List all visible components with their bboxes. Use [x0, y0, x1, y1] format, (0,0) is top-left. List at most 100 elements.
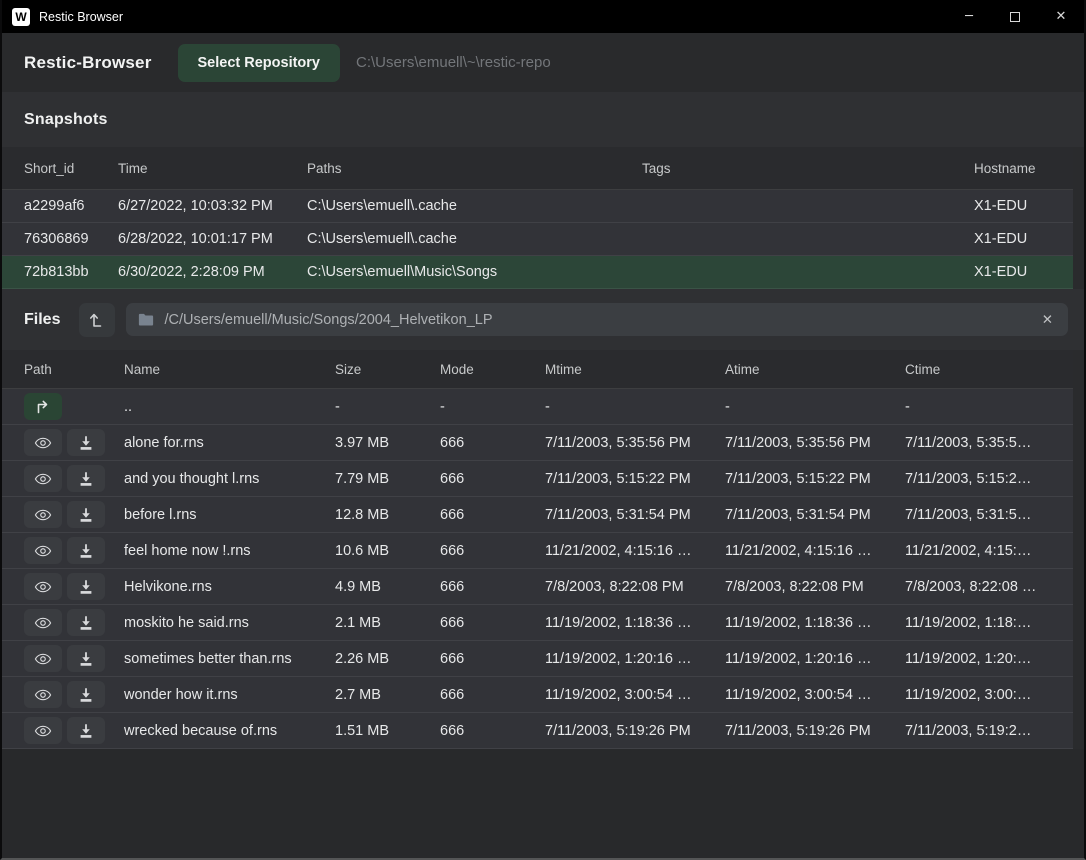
- eye-icon: [33, 650, 53, 668]
- snapshots-table: a2299af6 6/27/2022, 10:03:32 PM C:\Users…: [2, 190, 1073, 289]
- file-row: moskito he said.rns 2.1 MB 666 11/19/200…: [2, 605, 1073, 641]
- files-table-rows: alone for.rns 3.97 MB 666 7/11/2003, 5:3…: [2, 425, 1073, 749]
- view-file-button[interactable]: [24, 645, 62, 672]
- download-icon: [76, 614, 96, 632]
- file-mode: 666: [440, 435, 545, 451]
- file-row: before l.rns 12.8 MB 666 7/11/2003, 5:31…: [2, 497, 1073, 533]
- file-path-value[interactable]: [164, 312, 1027, 328]
- file-ctime: 11/19/2002, 1:18:36 …: [905, 615, 1051, 631]
- file-atime: 7/11/2003, 5:19:26 PM: [725, 723, 905, 739]
- snapshot-short-id: 72b813bb: [24, 264, 118, 280]
- file-size: 3.97 MB: [335, 435, 440, 451]
- download-file-button[interactable]: [67, 501, 105, 528]
- folder-icon: [137, 312, 155, 328]
- view-file-button[interactable]: [24, 609, 62, 636]
- file-name: wrecked because of.rns: [124, 723, 335, 739]
- file-mode: 666: [440, 723, 545, 739]
- download-file-button[interactable]: [67, 537, 105, 564]
- view-file-button[interactable]: [24, 465, 62, 492]
- empty-area: [2, 749, 1084, 858]
- file-mtime: 7/8/2003, 8:22:08 PM: [545, 579, 725, 595]
- snapshot-row[interactable]: 76306869 6/28/2022, 10:01:17 PM C:\Users…: [2, 223, 1073, 256]
- col-hostname: Hostname: [974, 161, 1051, 176]
- clear-icon: ✕: [1042, 312, 1053, 328]
- col-short-id: Short_id: [24, 161, 118, 176]
- view-file-button[interactable]: [24, 573, 62, 600]
- file-name: Helvikone.rns: [124, 579, 335, 595]
- file-atime: 11/19/2002, 3:00:54 …: [725, 687, 905, 703]
- download-icon: [76, 722, 96, 740]
- file-row: sometimes better than.rns 2.26 MB 666 11…: [2, 641, 1073, 677]
- app-logo-icon: W: [12, 8, 30, 26]
- file-size: 2.26 MB: [335, 651, 440, 667]
- snapshot-paths: C:\Users\emuell\Music\Songs: [307, 264, 642, 280]
- view-file-button[interactable]: [24, 501, 62, 528]
- titlebar: W Restic Browser ─ ✕: [2, 0, 1084, 33]
- file-name: sometimes better than.rns: [124, 651, 335, 667]
- snapshot-hostname: X1-EDU: [974, 264, 1051, 280]
- eye-icon: [33, 578, 53, 596]
- file-mtime: 7/11/2003, 5:35:56 PM: [545, 435, 725, 451]
- snapshot-short-id: a2299af6: [24, 198, 118, 214]
- view-file-button[interactable]: [24, 681, 62, 708]
- col-atime: Atime: [725, 362, 905, 377]
- file-mode: 666: [440, 651, 545, 667]
- col-mtime: Mtime: [545, 362, 725, 377]
- eye-icon: [33, 542, 53, 560]
- download-file-button[interactable]: [67, 609, 105, 636]
- download-file-button[interactable]: [67, 429, 105, 456]
- maximize-icon: [1010, 12, 1020, 22]
- file-name: moskito he said.rns: [124, 615, 335, 631]
- file-mode: 666: [440, 543, 545, 559]
- snapshot-paths: C:\Users\emuell\.cache: [307, 198, 642, 214]
- up-level-arrow-icon: [33, 398, 53, 416]
- file-size: 1.51 MB: [335, 723, 440, 739]
- snapshot-time: 6/30/2022, 2:28:09 PM: [118, 264, 307, 280]
- col-mode: Mode: [440, 362, 545, 377]
- view-file-button[interactable]: [24, 429, 62, 456]
- download-file-button[interactable]: [67, 681, 105, 708]
- download-file-button[interactable]: [67, 717, 105, 744]
- snapshot-row[interactable]: 72b813bb 6/30/2022, 2:28:09 PM C:\Users\…: [2, 256, 1073, 289]
- col-tags: Tags: [642, 161, 974, 176]
- snapshots-section-header: Snapshots: [2, 92, 1084, 147]
- parent-dir-button[interactable]: [24, 393, 62, 420]
- file-ctime: 7/11/2003, 5:19:26 PM: [905, 723, 1051, 739]
- view-file-button[interactable]: [24, 717, 62, 744]
- files-title: Files: [24, 311, 60, 329]
- clear-path-button[interactable]: ✕: [1037, 310, 1058, 330]
- download-file-button[interactable]: [67, 465, 105, 492]
- minimize-button[interactable]: ─: [946, 0, 992, 33]
- maximize-button[interactable]: [992, 0, 1038, 33]
- col-ctime: Ctime: [905, 362, 1051, 377]
- file-mode: -: [440, 399, 545, 415]
- download-file-button[interactable]: [67, 573, 105, 600]
- file-ctime: -: [905, 399, 1051, 415]
- file-size: 12.8 MB: [335, 507, 440, 523]
- select-repository-button[interactable]: Select Repository: [178, 44, 341, 82]
- file-name: wonder how it.rns: [124, 687, 335, 703]
- file-row: alone for.rns 3.97 MB 666 7/11/2003, 5:3…: [2, 425, 1073, 461]
- download-icon: [76, 434, 96, 452]
- download-file-button[interactable]: [67, 645, 105, 672]
- parent-dir-row: .. - - - - -: [2, 389, 1073, 425]
- files-table: .. - - - - -: [2, 389, 1073, 749]
- close-button[interactable]: ✕: [1038, 0, 1084, 33]
- file-mode: 666: [440, 471, 545, 487]
- snapshot-hostname: X1-EDU: [974, 231, 1051, 247]
- files-table-header: Path Name Size Mode Mtime Atime Ctime: [2, 350, 1073, 389]
- file-size: 7.79 MB: [335, 471, 440, 487]
- snapshots-title: Snapshots: [24, 111, 108, 129]
- app-title: Restic-Browser: [24, 53, 152, 73]
- file-size: 4.9 MB: [335, 579, 440, 595]
- view-file-button[interactable]: [24, 537, 62, 564]
- download-icon: [76, 506, 96, 524]
- file-ctime: 7/11/2003, 5:31:54 PM: [905, 507, 1051, 523]
- file-path-input[interactable]: ✕: [126, 303, 1068, 336]
- go-up-level-button[interactable]: [79, 303, 115, 337]
- file-ctime: 7/11/2003, 5:35:56 PM: [905, 435, 1051, 451]
- snapshots-table-header: Short_id Time Paths Tags Hostname: [2, 147, 1073, 190]
- file-mtime: 11/21/2002, 4:15:16 …: [545, 543, 725, 559]
- file-ctime: 7/8/2003, 8:22:08 PM: [905, 579, 1051, 595]
- snapshot-row[interactable]: a2299af6 6/27/2022, 10:03:32 PM C:\Users…: [2, 190, 1073, 223]
